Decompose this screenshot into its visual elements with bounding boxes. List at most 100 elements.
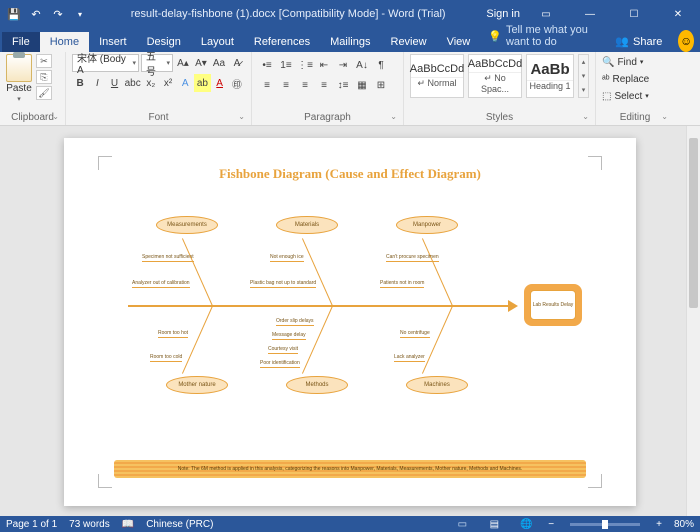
diagram-note: Note: The 6M method is applied in this a… [114, 460, 586, 478]
cut-icon[interactable]: ✂ [36, 54, 52, 68]
underline-button[interactable]: U [106, 74, 122, 92]
view-print-icon[interactable]: ▤ [484, 517, 504, 531]
fishbone-diagram: Lab Results Delay Measurements Materials… [108, 190, 592, 420]
format-painter-icon[interactable]: 🖌 [36, 86, 52, 100]
line-spacing-icon[interactable]: ↕≡ [334, 76, 352, 94]
bold-button[interactable]: B [72, 74, 88, 92]
signin-link[interactable]: Sign in [486, 8, 520, 20]
decrease-indent-icon[interactable]: ⇤ [315, 56, 333, 74]
group-paragraph: •≡ 1≡ ⋮≡ ⇤ ⇥ A↓ ¶ ≡ ≡ ≡ ≡ ↕≡ ▦ ⊞ Paragra… [252, 52, 404, 125]
tab-mailings[interactable]: Mailings [320, 32, 380, 52]
multilevel-icon[interactable]: ⋮≡ [296, 56, 314, 74]
enclose-character-icon[interactable]: ㊞ [229, 74, 245, 92]
style-preview: AaBbCcDd [468, 58, 522, 70]
align-left-icon[interactable]: ≡ [258, 76, 276, 94]
document-page[interactable]: Fishbone Diagram (Cause and Effect Diagr… [64, 138, 636, 506]
find-label: Find [617, 57, 636, 68]
status-words[interactable]: 73 words [69, 519, 110, 530]
close-icon[interactable]: ✕ [660, 0, 696, 28]
zoom-in-icon[interactable]: + [656, 519, 662, 530]
redo-icon[interactable]: ↷ [48, 4, 68, 24]
cause-item: Not enough ice [270, 254, 304, 262]
highlight-icon[interactable]: ab [194, 74, 210, 92]
scrollbar-thumb[interactable] [689, 138, 698, 308]
increase-indent-icon[interactable]: ⇥ [334, 56, 352, 74]
margin-corner [588, 474, 602, 488]
shrink-font-icon[interactable]: A▾ [193, 54, 209, 72]
view-read-icon[interactable]: ▭ [452, 517, 472, 531]
grow-font-icon[interactable]: A▴ [175, 54, 191, 72]
clear-formatting-icon[interactable]: A̷ [229, 54, 245, 72]
window-title: result-delay-fishbone (1).docx [Compatib… [90, 8, 486, 20]
strikethrough-button[interactable]: abc [124, 74, 142, 92]
show-marks-icon[interactable]: ¶ [372, 56, 390, 74]
change-case-icon[interactable]: Aa [211, 54, 227, 72]
tab-design[interactable]: Design [137, 32, 191, 52]
zoom-level[interactable]: 80% [674, 519, 694, 530]
replace-button[interactable]: ᵃᵇReplace [602, 71, 668, 87]
feedback-smiley-icon[interactable]: ☺ [678, 30, 694, 52]
tell-me-search[interactable]: 💡 Tell me what you want to do [480, 20, 605, 52]
find-button[interactable]: 🔍Find▾ [602, 54, 668, 70]
view-web-icon[interactable]: 🌐 [516, 517, 536, 531]
group-label-paragraph: Paragraph [258, 111, 397, 125]
share-button[interactable]: 👥 Share [605, 31, 672, 52]
tab-layout[interactable]: Layout [191, 32, 244, 52]
vertical-scrollbar[interactable] [686, 126, 700, 516]
tab-file[interactable]: File [2, 32, 40, 52]
tab-home[interactable]: Home [40, 32, 89, 52]
superscript-button[interactable]: x² [160, 74, 176, 92]
group-label-editing: Editing [602, 111, 668, 125]
margin-corner [588, 156, 602, 170]
group-clipboard: Paste ▾ ✂ ⎘ 🖌 Clipboard [0, 52, 66, 125]
bullets-icon[interactable]: •≡ [258, 56, 276, 74]
fishbone-bone [422, 238, 453, 306]
style-heading1[interactable]: AaBb Heading 1 [526, 54, 574, 98]
cause-item: Message delay [272, 332, 306, 340]
zoom-slider[interactable] [570, 523, 640, 526]
cause-item: Lack analyzer [394, 354, 425, 362]
status-proofing-icon[interactable]: 📖 [122, 519, 134, 530]
align-center-icon[interactable]: ≡ [277, 76, 295, 94]
status-language[interactable]: Chinese (PRC) [146, 519, 213, 530]
share-icon: 👥 [615, 35, 629, 48]
tab-view[interactable]: View [437, 32, 481, 52]
zoom-out-icon[interactable]: − [548, 519, 554, 530]
undo-icon[interactable]: ↶ [26, 4, 46, 24]
font-color-icon[interactable]: A [212, 74, 228, 92]
paste-button[interactable]: Paste ▾ [6, 54, 32, 103]
styles-gallery-more[interactable]: ▴▾▾ [578, 54, 589, 98]
group-label-clipboard: Clipboard [6, 111, 59, 125]
style-normal[interactable]: AaBbCcDd ↵ Normal [410, 54, 464, 98]
category-materials: Materials [276, 216, 338, 234]
sort-icon[interactable]: A↓ [353, 56, 371, 74]
diagram-title: Fishbone Diagram (Cause and Effect Diagr… [108, 166, 592, 182]
tab-insert[interactable]: Insert [89, 32, 137, 52]
ribbon: Paste ▾ ✂ ⎘ 🖌 Clipboard 宋体 (Body A 五号 A▴… [0, 52, 700, 126]
font-size-combo[interactable]: 五号 [141, 54, 173, 72]
style-no-spacing[interactable]: AaBbCcDd ↵ No Spac... [468, 54, 522, 98]
tab-references[interactable]: References [244, 32, 320, 52]
category-machines: Machines [406, 376, 468, 394]
cause-item: Room too cold [150, 354, 182, 362]
margin-corner [98, 156, 112, 170]
bulb-icon: 💡 [488, 30, 502, 43]
save-icon[interactable]: 💾 [4, 4, 24, 24]
justify-icon[interactable]: ≡ [315, 76, 333, 94]
shading-icon[interactable]: ▦ [353, 76, 371, 94]
borders-icon[interactable]: ⊞ [372, 76, 390, 94]
select-button[interactable]: ⬚Select▾ [602, 88, 668, 104]
numbering-icon[interactable]: 1≡ [277, 56, 295, 74]
cause-item: Order slip delays [276, 318, 314, 326]
tab-review[interactable]: Review [381, 32, 437, 52]
font-name-combo[interactable]: 宋体 (Body A [72, 54, 139, 72]
italic-button[interactable]: I [89, 74, 105, 92]
group-label-font: Font [72, 111, 245, 125]
copy-icon[interactable]: ⎘ [36, 70, 52, 84]
align-right-icon[interactable]: ≡ [296, 76, 314, 94]
category-methods: Methods [286, 376, 348, 394]
text-effects-icon[interactable]: A [177, 74, 193, 92]
maximize-icon[interactable]: ☐ [616, 0, 652, 28]
qat-more-icon[interactable]: ▾ [70, 4, 90, 24]
status-page[interactable]: Page 1 of 1 [6, 519, 57, 530]
